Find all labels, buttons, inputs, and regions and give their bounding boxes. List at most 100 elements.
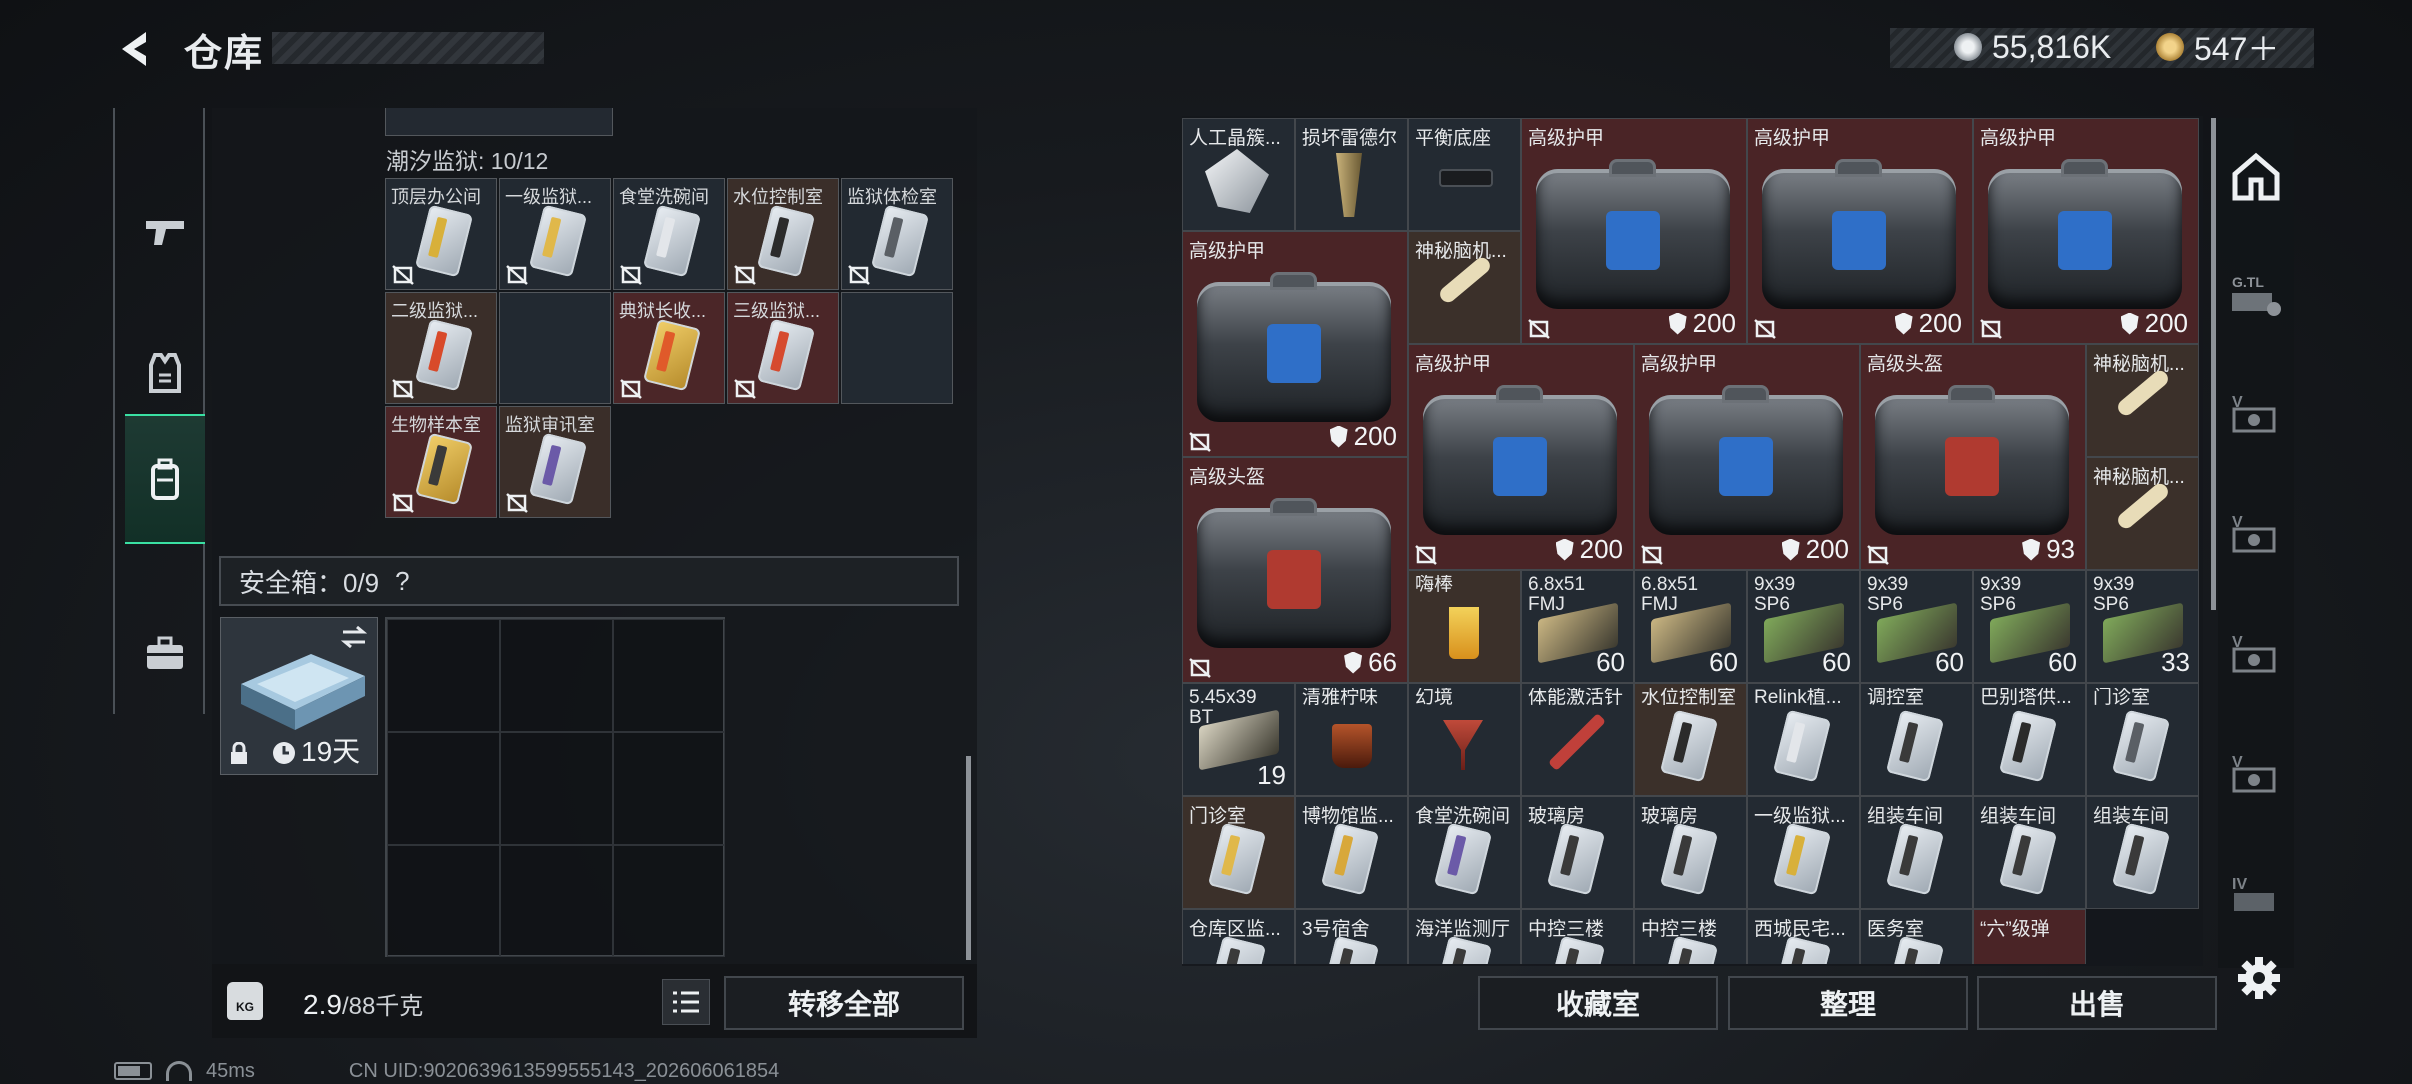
key-slot[interactable]: 三级监狱... bbox=[727, 292, 839, 404]
item-slot[interactable]: 6.8x51 FMJ 60 bbox=[1521, 570, 1634, 683]
item-slot[interactable]: 高级护甲 200 bbox=[1182, 231, 1408, 457]
settings-button[interactable] bbox=[2236, 955, 2282, 1001]
item-slot[interactable]: 中控三楼 bbox=[1521, 909, 1634, 964]
item-slot[interactable]: 平衡底座 bbox=[1408, 118, 1521, 231]
clock-icon bbox=[273, 742, 295, 764]
weight-readout: 2.9/88千克 bbox=[303, 986, 423, 1021]
list-view-button[interactable] bbox=[662, 979, 710, 1025]
item-slot[interactable]: 高级头盔 66 bbox=[1182, 457, 1408, 683]
item-label: 博物馆监... bbox=[1302, 806, 1394, 827]
item-slot[interactable]: 神秘脑机... bbox=[2086, 457, 2199, 570]
key-label: 三级监狱... bbox=[733, 301, 821, 321]
tab-storage-v3[interactable]: V bbox=[2228, 628, 2284, 678]
item-label: 人工晶簇... bbox=[1189, 128, 1281, 149]
item-slot[interactable]: 嗨棒 bbox=[1408, 570, 1521, 683]
item-slot[interactable]: 5.45x39 BT 19 bbox=[1182, 683, 1295, 796]
left-scrollbar[interactable] bbox=[966, 756, 971, 960]
item-slot[interactable]: 6.8x51 FMJ 60 bbox=[1634, 570, 1747, 683]
item-label: 平衡底座 bbox=[1415, 128, 1492, 149]
safe-box-help[interactable]: ? bbox=[395, 566, 409, 597]
durability: 200 bbox=[1668, 308, 1736, 339]
tab-main-storage[interactable] bbox=[2228, 152, 2284, 202]
key-slot[interactable]: 典狱长收... bbox=[613, 292, 725, 404]
item-slot[interactable]: 高级头盔 93 bbox=[1860, 344, 2086, 570]
item-slot[interactable]: 清雅柠味 bbox=[1295, 683, 1408, 796]
bag-icon bbox=[1874, 384, 2069, 535]
parts-icon bbox=[1336, 153, 1362, 217]
item-slot[interactable]: 组装车间 bbox=[2086, 796, 2199, 909]
item-slot[interactable]: 仓库区监... bbox=[1182, 909, 1295, 964]
item-slot[interactable]: 幻境 bbox=[1408, 683, 1521, 796]
safe-box-grid[interactable] bbox=[385, 617, 725, 957]
item-slot[interactable]: 医务室 bbox=[1860, 909, 1973, 964]
item-slot[interactable]: 食堂洗碗间 bbox=[1408, 796, 1521, 909]
key-slot[interactable]: 食堂洗碗间 bbox=[613, 178, 725, 290]
bag-icon bbox=[1535, 158, 1730, 309]
item-slot[interactable]: Relink植... bbox=[1747, 683, 1860, 796]
untradeable-icon bbox=[1189, 658, 1211, 678]
item-slot[interactable]: 9x39 SP6 60 bbox=[1973, 570, 2086, 683]
item-slot[interactable]: 组装车间 bbox=[1973, 796, 2086, 909]
item-slot[interactable]: 水位控制室 bbox=[1634, 683, 1747, 796]
item-slot[interactable]: 高级护甲 200 bbox=[1521, 118, 1747, 344]
transfer-all-button[interactable]: 转移全部 bbox=[724, 976, 964, 1030]
item-slot[interactable]: 调控室 bbox=[1860, 683, 1973, 796]
item-slot[interactable]: 3号宿舍 bbox=[1295, 909, 1408, 964]
item-slot[interactable]: 神秘脑机... bbox=[1408, 231, 1521, 344]
keycard-icon bbox=[642, 204, 702, 278]
item-slot[interactable]: 海洋监测厅 bbox=[1408, 909, 1521, 964]
drink-glass-icon bbox=[1332, 724, 1372, 768]
key-slot[interactable]: 顶层办公间 bbox=[385, 178, 497, 290]
key-grid: 顶层办公间 一级监狱... 食堂洗碗间 水位控制室 监狱体检室二级监狱... 典狱长收..… bbox=[385, 178, 955, 518]
keycard-icon bbox=[2111, 709, 2171, 783]
item-slot[interactable]: 损坏雷德尔 bbox=[1295, 118, 1408, 231]
key-slot[interactable]: 监狱体检室 bbox=[841, 178, 953, 290]
right-scrollbar[interactable] bbox=[2211, 118, 2216, 610]
item-slot[interactable]: “六”级弹 bbox=[1973, 909, 2086, 964]
item-slot[interactable]: 9x39 SP6 60 bbox=[1747, 570, 1860, 683]
item-slot[interactable]: 体能激活针 bbox=[1521, 683, 1634, 796]
item-slot[interactable]: 玻璃房 bbox=[1634, 796, 1747, 909]
item-slot[interactable]: 高级护甲 200 bbox=[1973, 118, 2199, 344]
item-slot[interactable]: 博物馆监... bbox=[1295, 796, 1408, 909]
item-slot[interactable]: 组装车间 bbox=[1860, 796, 1973, 909]
crystal-icon bbox=[1205, 149, 1269, 213]
sidebar-weapons[interactable] bbox=[125, 168, 205, 298]
sell-button[interactable]: 出售 bbox=[1977, 976, 2217, 1030]
item-slot[interactable]: 门诊室 bbox=[1182, 796, 1295, 909]
item-slot[interactable]: 西城民宅... bbox=[1747, 909, 1860, 964]
tab-storage-v1[interactable]: V bbox=[2228, 388, 2284, 438]
safe-box-item[interactable]: 19天 bbox=[220, 617, 378, 775]
item-slot[interactable]: 神秘脑机... bbox=[2086, 344, 2199, 457]
currency-silver[interactable]: 55,816K bbox=[1954, 28, 2111, 66]
tab-storage-iv[interactable]: IV bbox=[2228, 870, 2284, 920]
key-slot[interactable]: 一级监狱... bbox=[499, 178, 611, 290]
key-slot[interactable]: 水位控制室 bbox=[727, 178, 839, 290]
tab-storage-gtl[interactable]: G.TL bbox=[2228, 268, 2284, 318]
collection-room-button[interactable]: 收藏室 bbox=[1478, 976, 1718, 1030]
item-slot[interactable]: 一级监狱... bbox=[1747, 796, 1860, 909]
back-button[interactable] bbox=[112, 26, 162, 72]
currency-gold[interactable]: 547＋ bbox=[2156, 28, 2279, 67]
sidebar-backpack[interactable] bbox=[125, 414, 205, 544]
tab-storage-v4[interactable]: V bbox=[2228, 748, 2284, 798]
item-slot[interactable]: 人工晶簇... bbox=[1182, 118, 1295, 231]
settings-icon bbox=[2238, 957, 2280, 999]
item-slot[interactable]: 高级护甲 200 bbox=[1747, 118, 1973, 344]
sidebar-cases[interactable] bbox=[125, 588, 205, 718]
item-slot[interactable]: 高级护甲 200 bbox=[1408, 344, 1634, 570]
key-slot[interactable]: 生物样本室 bbox=[385, 406, 497, 518]
sort-button[interactable]: 整理 bbox=[1728, 976, 1968, 1030]
item-slot[interactable]: 巴别塔供... bbox=[1973, 683, 2086, 796]
durability-value: 200 bbox=[2144, 308, 2188, 338]
key-slot[interactable]: 二级监狱... bbox=[385, 292, 497, 404]
item-slot[interactable]: 门诊室 bbox=[2086, 683, 2199, 796]
key-slot[interactable]: 监狱审讯室 bbox=[499, 406, 611, 518]
item-slot[interactable]: 中控三楼 bbox=[1634, 909, 1747, 964]
tab-storage-v2[interactable]: V bbox=[2228, 508, 2284, 558]
item-slot[interactable]: 高级护甲 200 bbox=[1634, 344, 1860, 570]
item-slot[interactable]: 9x39 SP6 60 bbox=[1860, 570, 1973, 683]
item-slot[interactable]: 9x39 SP6 33 bbox=[2086, 570, 2199, 683]
item-label: 高级头盔 bbox=[1189, 467, 1266, 488]
item-slot[interactable]: 玻璃房 bbox=[1521, 796, 1634, 909]
